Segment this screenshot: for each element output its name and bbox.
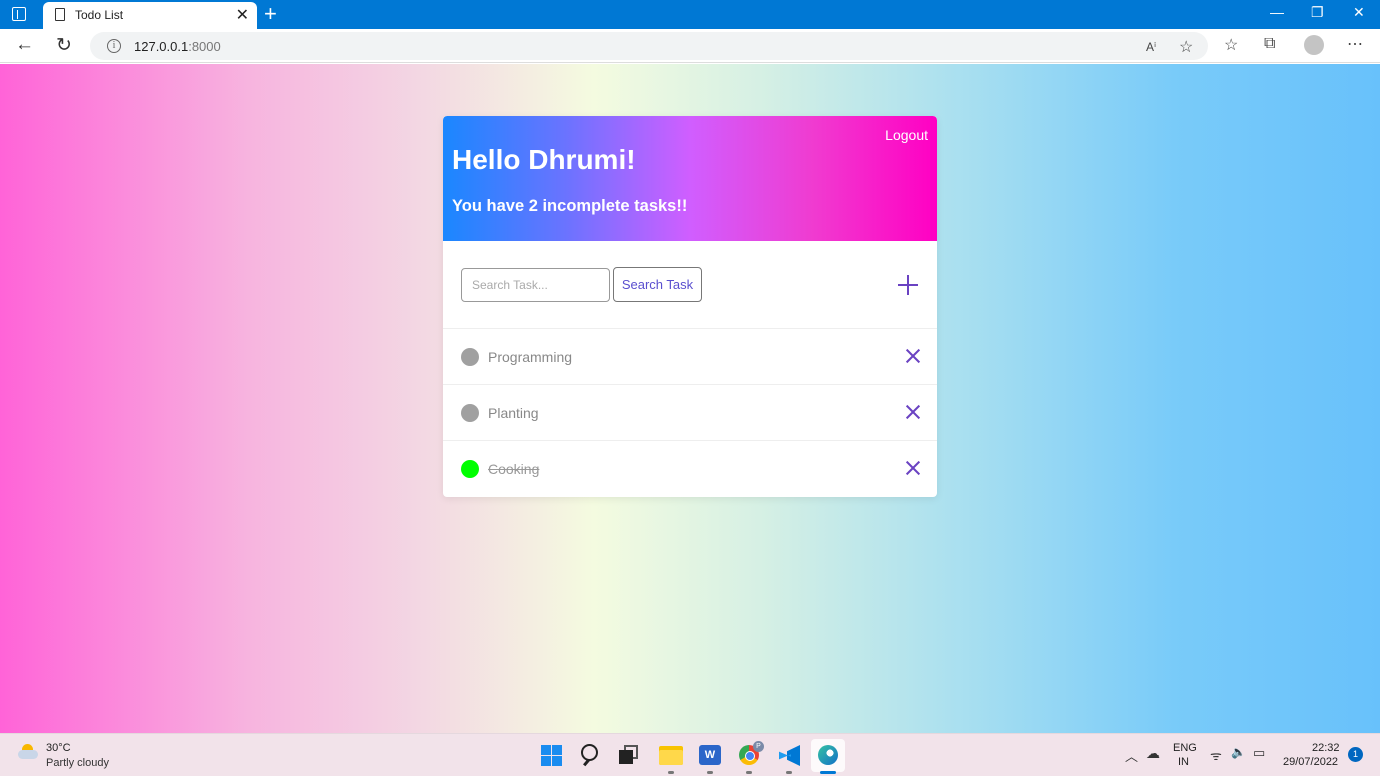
- region-code[interactable]: IN: [1178, 756, 1189, 768]
- language-code[interactable]: ENG: [1173, 742, 1197, 754]
- profile-avatar[interactable]: [1304, 35, 1324, 55]
- search-button[interactable]: Search Task: [613, 267, 702, 302]
- new-tab-button[interactable]: +: [264, 1, 277, 27]
- task-row[interactable]: Programming: [443, 329, 937, 385]
- browser-tab[interactable]: Todo List ✕: [43, 2, 257, 29]
- incomplete-count-text: You have 2 incomplete tasks!!: [452, 197, 688, 215]
- read-aloud-icon[interactable]: Aⁱ: [1146, 40, 1156, 54]
- url-host: 127.0.0.1: [134, 39, 189, 54]
- delete-task-icon[interactable]: [906, 461, 920, 475]
- chrome-profile-badge: P: [753, 741, 764, 752]
- greeting-heading: Hello Dhrumi!: [452, 144, 636, 175]
- task-status-dot[interactable]: [461, 404, 479, 422]
- address-bar[interactable]: i 127.0.0.1:8000 Aⁱ ☆: [90, 32, 1208, 60]
- logout-link[interactable]: Logout: [885, 127, 928, 143]
- word-running-indicator: [707, 771, 713, 774]
- clock-date[interactable]: 29/07/2022: [1283, 756, 1338, 768]
- tab-close-icon[interactable]: ✕: [236, 5, 249, 25]
- explorer-running-indicator: [668, 771, 674, 774]
- edge-running-indicator: [820, 771, 836, 774]
- task-label[interactable]: Planting: [488, 405, 539, 421]
- refresh-button[interactable]: ↻: [56, 34, 72, 57]
- page-background: Logout Hello Dhrumi! You have 2 incomple…: [0, 64, 1380, 733]
- minimize-button[interactable]: —: [1270, 4, 1284, 20]
- task-label[interactable]: Programming: [488, 349, 572, 365]
- site-info-icon[interactable]: i: [107, 39, 121, 53]
- weather-temperature[interactable]: 30°C: [46, 742, 71, 754]
- windows-start-icon[interactable]: [541, 745, 562, 766]
- volume-icon[interactable]: 🔈: [1231, 745, 1246, 759]
- taskbar-search-icon[interactable]: [581, 744, 598, 761]
- window-close-button[interactable]: ✕: [1353, 4, 1365, 21]
- battery-icon[interactable]: ▭: [1253, 745, 1265, 761]
- chrome-running-indicator: [746, 771, 752, 774]
- tray-chevron-icon[interactable]: ︿: [1125, 746, 1138, 765]
- task-status-dot[interactable]: [461, 460, 479, 478]
- task-label[interactable]: Cooking: [488, 461, 539, 477]
- task-list: Programming Planting Cooking: [443, 329, 937, 497]
- url-text[interactable]: 127.0.0.1:8000: [134, 39, 221, 54]
- vscode-icon[interactable]: [779, 745, 800, 766]
- onedrive-icon[interactable]: ☁: [1146, 745, 1160, 762]
- vscode-running-indicator: [786, 771, 792, 774]
- add-task-icon[interactable]: [898, 275, 918, 295]
- url-port: :8000: [188, 39, 221, 54]
- task-status-dot[interactable]: [461, 348, 479, 366]
- delete-task-icon[interactable]: [906, 405, 920, 419]
- windows-taskbar: 30°C Partly cloudy W P ︿ ☁ ENG IN ᯤ 🔈 ▭ …: [0, 733, 1380, 776]
- page-icon: [55, 8, 65, 21]
- tab-actions-icon[interactable]: [12, 7, 26, 21]
- word-icon[interactable]: W: [699, 745, 721, 765]
- more-menu-icon[interactable]: ⋯: [1347, 34, 1363, 54]
- weather-icon[interactable]: [18, 744, 38, 760]
- clock-time[interactable]: 22:32: [1312, 742, 1340, 754]
- browser-toolbar: ← ↻ i 127.0.0.1:8000 Aⁱ ☆ ☆ ⧉ ⋯: [0, 29, 1380, 63]
- favorites-icon[interactable]: ☆: [1224, 35, 1238, 55]
- restore-button[interactable]: ❐: [1311, 4, 1324, 21]
- tab-title: Todo List: [75, 8, 124, 22]
- search-controls: Search Task: [443, 241, 937, 329]
- edge-icon[interactable]: [818, 745, 838, 765]
- wifi-icon[interactable]: ᯤ: [1210, 746, 1222, 764]
- todo-card: Logout Hello Dhrumi! You have 2 incomple…: [443, 116, 937, 497]
- weather-description[interactable]: Partly cloudy: [46, 757, 109, 769]
- delete-task-icon[interactable]: [906, 349, 920, 363]
- back-button[interactable]: ←: [15, 34, 34, 56]
- collections-icon[interactable]: ⧉: [1264, 35, 1275, 53]
- file-explorer-icon[interactable]: [659, 746, 683, 765]
- task-view-icon[interactable]: [619, 745, 638, 764]
- task-row[interactable]: Cooking: [443, 441, 937, 497]
- add-favorite-icon[interactable]: ☆: [1179, 37, 1193, 57]
- task-row[interactable]: Planting: [443, 385, 937, 441]
- browser-titlebar: Todo List ✕ + — ❐ ✕: [0, 0, 1380, 29]
- search-input[interactable]: [461, 268, 610, 302]
- notification-count-badge[interactable]: 1: [1348, 747, 1363, 762]
- card-header: Logout Hello Dhrumi! You have 2 incomple…: [443, 116, 937, 241]
